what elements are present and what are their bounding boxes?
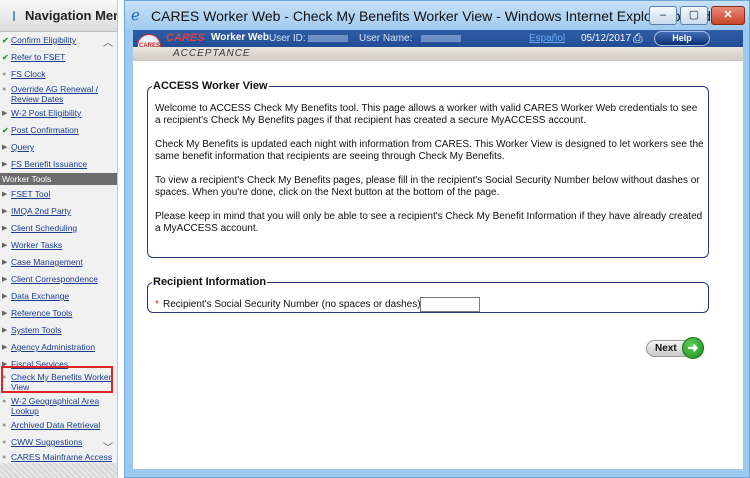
environment-bar: ACCEPTANCE — [133, 47, 743, 61]
expand-arrow-icon: ▶ — [2, 242, 8, 249]
selected-item-highlight — [1, 366, 113, 393]
spanish-language-link[interactable]: Español — [529, 33, 565, 44]
maximize-button[interactable]: ▢ — [680, 6, 708, 25]
nav-scrollbar[interactable]: ︿ ﹀ — [102, 33, 114, 463]
check-icon: ✔ — [2, 53, 9, 62]
expand-arrow-icon: ▶ — [2, 344, 8, 351]
intro-paragraph: Welcome to ACCESS Check My Benefits tool… — [155, 103, 698, 126]
user-name-redacted — [421, 35, 461, 42]
bullet-icon: ● — [2, 71, 7, 78]
navigation-menu: Navigation Menu ✔Confirm Eligibility ✔Re… — [0, 0, 118, 478]
expand-arrow-icon: ▶ — [2, 191, 8, 198]
arrow-right-icon: ➜ — [682, 337, 704, 359]
nav-item-w2-post-eligibility[interactable]: ▶ W-2 Post Eligibility — [0, 108, 106, 118]
instructions-paragraph: To view a recipient's Check My Benefits … — [155, 175, 700, 198]
nav-item-fset-tool[interactable]: ▶ FSET Tool — [0, 189, 106, 199]
nav-footer-bar — [0, 463, 117, 478]
nav-item-refer-to-fset[interactable]: ✔ Refer to FSET — [0, 52, 106, 62]
bullet-icon: ● — [2, 454, 7, 461]
expand-arrow-icon: ▶ — [2, 225, 8, 232]
check-icon: ✔ — [2, 36, 9, 45]
bullet-icon: ● — [2, 439, 7, 446]
navigation-menu-title: Navigation Menu — [25, 8, 117, 23]
nav-item-cww-suggestions[interactable]: ● CWW Suggestions — [0, 437, 106, 447]
menu-grid-icon — [13, 10, 15, 21]
navigation-menu-header: Navigation Menu — [0, 0, 117, 32]
app-name-cares: CARES — [166, 32, 205, 44]
account-note-paragraph: Please keep in mind that you will only b… — [155, 211, 703, 234]
nav-item-reference-tools[interactable]: ▶ Reference Tools — [0, 308, 106, 318]
recipient-information-legend: Recipient Information — [153, 276, 267, 288]
update-info-paragraph: Check My Benefits is updated each night … — [155, 139, 704, 162]
nav-item-cares-mainframe-access[interactable]: ● CARES Mainframe Access — [0, 452, 112, 462]
nav-section-worker-tools: Worker Tools — [0, 173, 117, 185]
internet-explorer-icon: ℯ — [131, 7, 140, 24]
print-icon[interactable]: ⎙ — [633, 31, 643, 46]
expand-arrow-icon: ▶ — [2, 110, 8, 117]
nav-item-override-ag-renewal[interactable]: ● Override AG Renewal / Review Dates — [0, 84, 106, 104]
nav-item-system-tools[interactable]: ▶ System Tools — [0, 325, 106, 335]
nav-item-post-confirmation[interactable]: ✔ Post Confirmation — [0, 125, 106, 135]
user-id-label: User ID: — [269, 33, 306, 44]
expand-arrow-icon: ▶ — [2, 310, 8, 317]
nav-item-case-management[interactable]: ▶ Case Management — [0, 257, 106, 267]
window-titlebar[interactable]: ℯ CARES Worker Web - Check My Benefits W… — [125, 1, 750, 31]
required-marker: * — [155, 299, 159, 310]
expand-arrow-icon: ▶ — [2, 208, 8, 215]
app-header: CARES CARES Worker Web User ID: User Nam… — [133, 30, 743, 61]
bullet-icon: ● — [2, 86, 7, 93]
nav-item-data-exchange[interactable]: ▶ Data Exchange — [0, 291, 106, 301]
environment-label: ACCEPTANCE — [173, 48, 251, 59]
user-id-redacted — [308, 35, 348, 42]
browser-window: ℯ CARES Worker Web - Check My Benefits W… — [124, 0, 750, 478]
nav-item-query[interactable]: ▶ Query — [0, 142, 106, 152]
page-content: ACCESS Worker View Welcome to ACCESS Che… — [133, 61, 743, 469]
expand-arrow-icon: ▶ — [2, 144, 8, 151]
scroll-down-icon[interactable]: ﹀ — [102, 443, 114, 455]
nav-item-imqa-2nd-party[interactable]: ▶ IMQA 2nd Party — [0, 206, 106, 216]
nav-item-fs-benefit-issuance[interactable]: ▶ FS Benefit Issuance — [0, 159, 106, 169]
nav-item-client-correspondence[interactable]: ▶ Client Correspondence — [0, 274, 106, 284]
app-name-worker-web: Worker Web — [211, 32, 269, 43]
nav-item-client-scheduling[interactable]: ▶ Client Scheduling — [0, 223, 106, 233]
expand-arrow-icon: ▶ — [2, 161, 8, 168]
bullet-icon: ● — [2, 422, 7, 429]
access-worker-view-legend: ACCESS Worker View — [153, 80, 268, 92]
expand-arrow-icon: ▶ — [2, 259, 8, 266]
nav-item-worker-tasks[interactable]: ▶ Worker Tasks — [0, 240, 106, 250]
next-button[interactable]: Next ➜ — [646, 337, 705, 359]
access-worker-view-section: ACCESS Worker View Welcome to ACCESS Che… — [147, 80, 709, 258]
help-button[interactable]: Help — [654, 31, 710, 46]
user-name-label: User Name: — [359, 33, 413, 44]
minimize-button[interactable]: – — [649, 6, 677, 25]
nav-item-w2-geographical-area-lookup[interactable]: ● W-2 Geographical Area Lookup — [0, 396, 106, 416]
bullet-icon: ● — [2, 398, 7, 405]
nav-item-agency-administration[interactable]: ▶ Agency Administration — [0, 342, 106, 352]
nav-item-archived-data-retrieval[interactable]: ● Archived Data Retrieval — [0, 420, 106, 430]
expand-arrow-icon: ▶ — [2, 276, 8, 283]
recipient-information-section: Recipient Information * Recipient's Soci… — [147, 276, 709, 313]
header-date: 05/12/2017 — [581, 33, 632, 44]
nav-item-confirm-eligibility[interactable]: ✔ Confirm Eligibility — [0, 35, 106, 45]
nav-item-fs-clock[interactable]: ● FS Clock — [0, 69, 106, 79]
close-button[interactable]: ✕ — [711, 6, 745, 25]
expand-arrow-icon: ▶ — [2, 327, 8, 334]
check-icon: ✔ — [2, 126, 9, 135]
expand-arrow-icon: ▶ — [2, 293, 8, 300]
ssn-input[interactable] — [420, 297, 480, 312]
ssn-label: Recipient's Social Security Number (no s… — [163, 299, 427, 310]
scroll-up-icon[interactable]: ︿ — [102, 38, 114, 50]
